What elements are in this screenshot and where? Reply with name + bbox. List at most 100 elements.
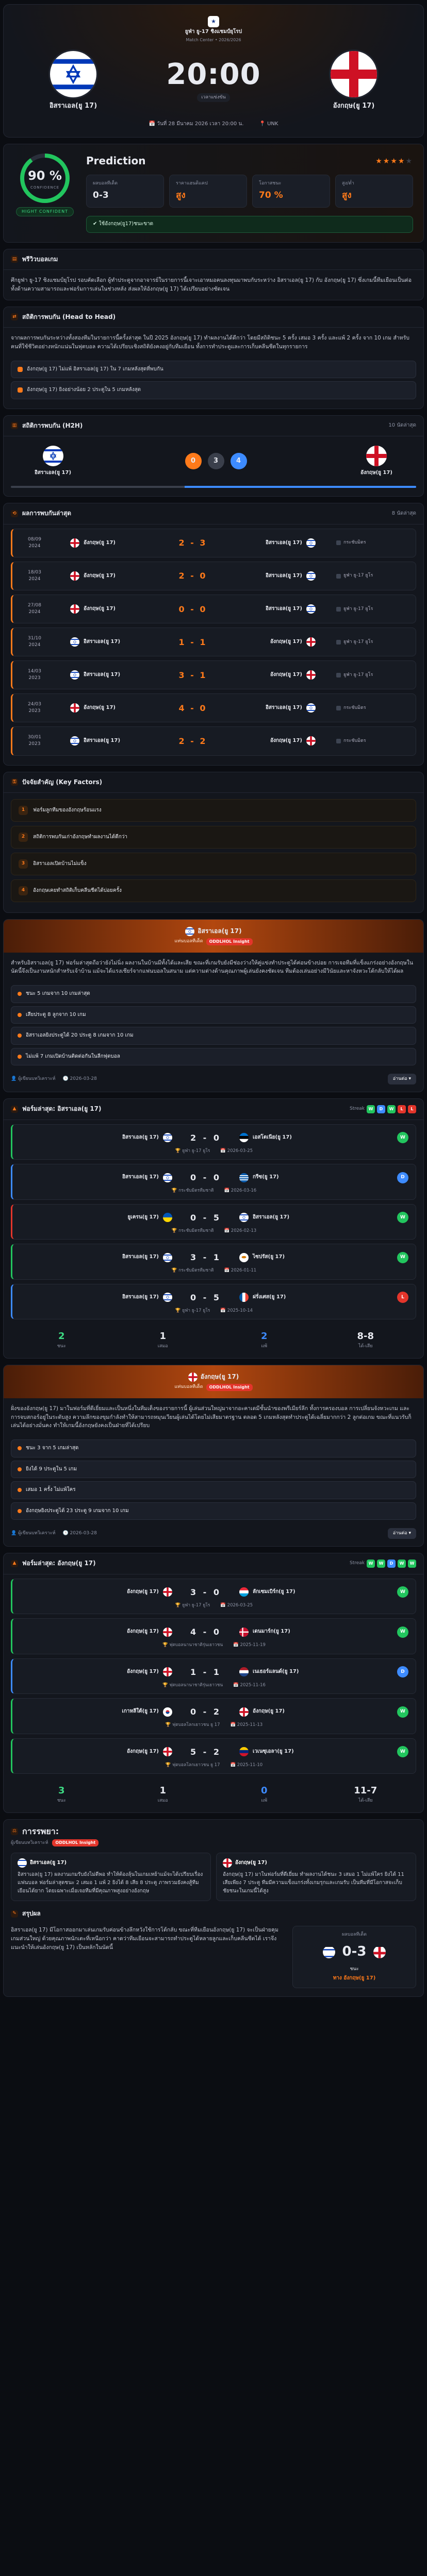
result-badge: W	[397, 1586, 408, 1598]
result-badge: W	[397, 1132, 408, 1144]
form-badge: W	[387, 1105, 396, 1113]
match-date: 📅 2026-03-16	[224, 1188, 257, 1194]
competition: ยูฟ่า ยู-17 ยูโร	[336, 606, 408, 613]
form-badge: L	[398, 1105, 406, 1113]
away-team[interactable]: อังกฤษ(ยู 17)	[305, 51, 403, 111]
match-venue: 📍 UNK	[259, 121, 278, 127]
form-badge: W	[377, 1559, 385, 1568]
prediction-tip: ✔ ใช้อังกฤษ(ยู17)ชนะขาด	[86, 216, 413, 233]
match-date: 📅 2025-11-19	[233, 1642, 266, 1648]
confidence-label: CONFIDENCE	[30, 185, 60, 190]
team-name: อังกฤษ(ยู 17)	[188, 1372, 239, 1382]
away-name: อิสราเอล(ยู 17)	[265, 605, 302, 612]
match-date: 📅 วันที่ 28 มีนาคม 2026 เวลา 20:00 น.	[149, 121, 244, 127]
recent-match-row[interactable]: เกาหลีใต้(ยู 17) 0 - 2 อังกฤษ(ยู 17) W 🏆…	[11, 1698, 416, 1734]
recent-match-row[interactable]: อิสราเอล(ยู 17) 0 - 0 กรีซ(ยู 17) D 🏆 กร…	[11, 1164, 416, 1200]
recent-match-row[interactable]: อิสราเอล(ยู 17) 0 - 5 ฝรั่งเศส(ยู 17) L …	[11, 1283, 416, 1320]
match-score: 4 - 0	[178, 703, 207, 713]
result-badge: D	[397, 1666, 408, 1678]
verdict-title: การรพยา:	[22, 1826, 59, 1837]
recent-match-row[interactable]: อิสราเอล(ยู 17) 3 - 1 ไซปรัส(ยู 17) W 🏆 …	[11, 1244, 416, 1280]
final-box-title: ผลบอลทีเด็ด	[341, 1932, 367, 1938]
form-badge: W	[398, 1559, 406, 1568]
recent-match-row[interactable]: อังกฤษ(ยู 17) 4 - 0 เดนมาร์ก(ยู 17) W 🏆 …	[11, 1618, 416, 1654]
match-hero: ★ ยูฟ่า ยู-17 ชิงแชมป์ยุโรป Match Center…	[3, 4, 424, 138]
h2h-match-row[interactable]: 30/01 2023 อิสราเอล(ยู 17) 2 - 2 อังกฤษ(…	[11, 726, 416, 756]
author: 👤 ผู้เขียนบทวิเคราะห์	[11, 1531, 56, 1536]
kickoff-time: 20:00	[166, 57, 261, 91]
h2h-summary-title: สถิติการพบกัน (H2H)	[22, 421, 83, 429]
result-badge: W	[397, 1746, 408, 1758]
home-team[interactable]: อิสราเอล(ยู 17)	[24, 51, 122, 111]
final-sub: ชนะ	[350, 1967, 359, 1972]
read-more-button[interactable]: อ่านต่อ ▾	[387, 1528, 416, 1539]
verdict-home: อิสราเอล(ยู 17) อิสราเอล(ยู 17) ผลงานเกม…	[11, 1853, 211, 1902]
match-score: 2 - 0	[178, 571, 207, 581]
away-name: อิสราเอล(ยู 17)	[265, 572, 302, 579]
england-flag-icon	[306, 736, 316, 746]
key-icon: ⚿	[11, 778, 18, 786]
h2h-recent-range: 8 นัดล่าสุด	[391, 510, 416, 516]
israel-flag-icon	[306, 571, 316, 581]
form-stat: 11-7 ได้-เสีย	[354, 1785, 377, 1804]
prediction-box: โอกาสชนะ 70 %	[252, 175, 330, 208]
venezuela-flag-icon	[239, 1747, 249, 1757]
final-prediction-box: ผลบอลทีเด็ด 0-3 ชนะ ทาง อังกฤษ(ยู 17)	[292, 1926, 416, 1988]
form-badge: L	[408, 1105, 416, 1113]
england-flag-icon	[163, 1627, 172, 1637]
home-team-name: อิสราเอล(ยู 17)	[49, 102, 97, 110]
form-stat: 2 ชนะ	[57, 1331, 66, 1349]
h2h-match-row[interactable]: 24/03 2023 อังกฤษ(ยู 17) 4 - 0 อิสราเอล(…	[11, 693, 416, 723]
recent-title: ฟอร์มล่าสุด: อิสราเอล(ยู 17)	[22, 1105, 102, 1113]
h2h-home: อิสราเอล(ยู 17)	[35, 445, 71, 477]
recent-match-row[interactable]: อังกฤษ(ยู 17) 1 - 1 เนเธอร์แลนด์(ยู 17) …	[11, 1658, 416, 1694]
h2h-match-row[interactable]: 08/09 2024 อังกฤษ(ยู 17) 2 - 3 อิสราเอล(…	[11, 528, 416, 557]
byline: แท่นบอลทีเด็ด ODDLHOL Insight	[174, 938, 253, 945]
teams-row: อิสราเอล(ยู 17) 20:00 เวลาแข่งขัน อังกฤษ…	[24, 51, 403, 111]
match-date: 📅 2025-10-14	[220, 1308, 253, 1313]
competition: 🏆 กระชับมิตรทีมชาติ	[171, 1268, 214, 1274]
publish-date: 🕓 2026-03-28	[62, 1076, 97, 1082]
league-name: ยูฟ่า ยู-17 ชิงแชมป์ยุโรป	[185, 29, 242, 35]
match-score: 3 - 0	[190, 1587, 222, 1597]
match-date: 📅 2026-01-11	[224, 1268, 257, 1274]
match-status: เวลาแข่งขัน	[197, 93, 230, 103]
h2h-text-title: สถิติการพบกัน (Head to Head)	[22, 313, 116, 320]
match-date: 📅 2025-11-10	[230, 1762, 263, 1768]
h2h-match-row[interactable]: 14/03 2023 อิสราเอล(ยู 17) 3 - 1 อังกฤษ(…	[11, 660, 416, 690]
israel-flag-icon	[50, 51, 96, 98]
match-score: 0 - 0	[190, 1173, 222, 1183]
recent-match-row[interactable]: ยูเครน(ยู 17) 0 - 5 อิสราเอล(ยู 17) W 🏆 …	[11, 1204, 416, 1240]
recent-match-row[interactable]: อิสราเอล(ยู 17) 2 - 0 เอสโตเนีย(ยู 17) W…	[11, 1124, 416, 1160]
form-stat: 1 เสมอ	[157, 1331, 168, 1349]
analysis-point: อิสราเอลยิงประตูได้ 20 ประตู 8 เกมจาก 10…	[11, 1027, 416, 1045]
h2h-match-row[interactable]: 27/08 2024 อังกฤษ(ยู 17) 0 - 0 อิสราเอล(…	[11, 595, 416, 624]
home-name: อังกฤษ(ยู 17)	[84, 539, 116, 546]
england-flag-icon	[163, 1587, 172, 1597]
israel-flag-icon	[70, 736, 79, 746]
denmark-flag-icon	[239, 1627, 249, 1637]
estonia-flag-icon	[239, 1133, 249, 1143]
read-more-button[interactable]: อ่านต่อ ▾	[387, 1074, 416, 1085]
h2h-summary-card: ▥ สถิติการพบกัน (H2H) 10 นัดล่าสุด อิสราเอ…	[3, 415, 424, 497]
home-name: อังกฤษ(ยู 17)	[84, 572, 116, 579]
israel-flag-icon	[185, 926, 195, 936]
verdict-away-text: อังกฤษ(ยู 17) มาในฟอร์มที่ดีเยี่ยม ทำผลง…	[223, 1872, 404, 1894]
h2h-count: 4	[230, 453, 247, 470]
h2h-match-row[interactable]: 18/03 2024 อังกฤษ(ยู 17) 2 - 0 อิสราเอล(…	[11, 561, 416, 591]
h2h-match-row[interactable]: 31/10 2024 อิสราเอล(ยู 17) 1 - 1 อังกฤษ(…	[11, 628, 416, 657]
final-score: 0-3	[342, 1944, 367, 1960]
result-badge: D	[397, 1172, 408, 1183]
competition: 🏆 กระชับมิตรทีมชาติ	[171, 1188, 214, 1194]
verdict-card: ⚖ การรพยา: ผู้เขียนบทวิเคราะห์ ODDLHOL Ins…	[3, 1819, 424, 1997]
home-name: อังกฤษ(ยู 17)	[84, 705, 116, 711]
israel-flag-icon	[42, 445, 63, 466]
recent-match-row[interactable]: อังกฤษ(ยู 17) 3 - 0 ลักเซมเบิร์ก(ยู 17) …	[11, 1578, 416, 1615]
recent-match-row[interactable]: อังกฤษ(ยู 17) 5 - 2 เวเนซุเอลา(ยู 17) W …	[11, 1738, 416, 1774]
israel-flag-icon	[306, 703, 316, 713]
analysis-point: ชนะ 5 เกมจาก 10 เกมล่าสุด	[11, 985, 416, 1003]
england-flag-icon	[163, 1747, 172, 1757]
prediction-title: Prediction	[86, 155, 146, 167]
h2h-bar	[11, 486, 416, 488]
england-flag-icon	[373, 1946, 386, 1959]
